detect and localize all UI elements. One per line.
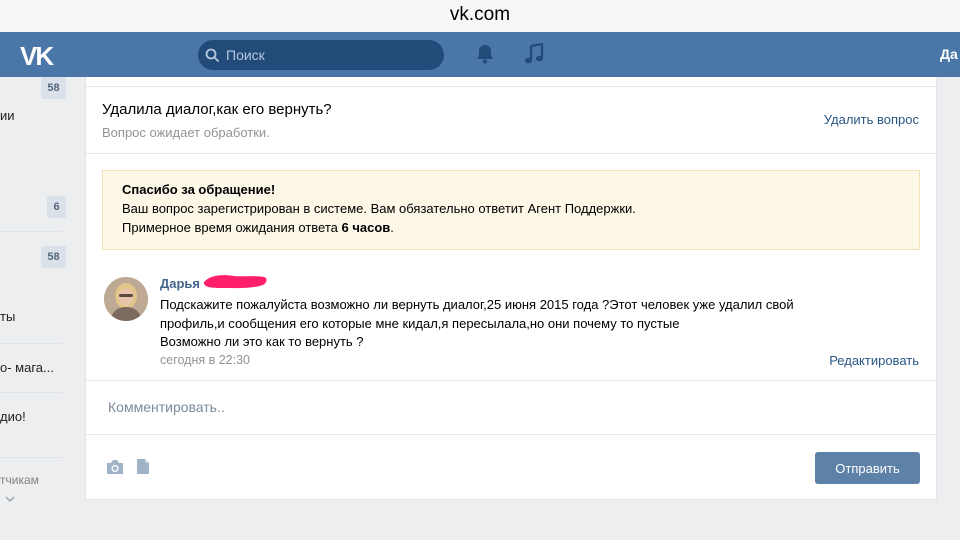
avatar[interactable] — [104, 277, 148, 321]
comment-input[interactable] — [96, 387, 926, 427]
question-title: Удалила диалог,как его вернуть? — [102, 101, 332, 118]
card-top-edge — [86, 77, 938, 87]
support-question-card: Удалила диалог,как его вернуть? Вопрос о… — [85, 77, 938, 500]
sidebar-badge: 58 — [41, 77, 66, 99]
search-icon — [205, 48, 219, 62]
thank-you-notice: Спасибо за обращение! Ваш вопрос зарегис… — [102, 170, 920, 250]
question-status: Вопрос ожидает обработки. — [102, 125, 270, 140]
camera-icon[interactable] — [106, 459, 124, 475]
url-text: vk.com — [449, 4, 511, 25]
message-author[interactable]: Дарья — [160, 276, 200, 291]
sidebar-item-label[interactable]: ии — [0, 108, 15, 123]
divider — [86, 153, 938, 154]
music-icon[interactable] — [524, 43, 544, 65]
vk-logo[interactable]: VK — [20, 41, 54, 72]
notice-text: Ваш вопрос зарегистрирован в системе. Ва… — [122, 201, 636, 216]
sidebar-item-label[interactable]: дио! — [0, 409, 26, 424]
sidebar-item-label[interactable]: ты — [0, 309, 15, 324]
send-button[interactable]: Отправить — [815, 452, 920, 484]
sidebar-footer-link[interactable]: тчикам — [0, 473, 39, 487]
message-timestamp: сегодня в 22:30 — [160, 353, 250, 367]
sidebar-item-label[interactable]: о- мага... — [0, 360, 54, 375]
search-box[interactable] — [198, 40, 444, 70]
message-text: Подскажите пожалуйста возможно ли вернут… — [160, 296, 900, 352]
notice-wait-suffix: . — [390, 220, 394, 235]
message-line: Подскажите пожалуйста возможно ли вернут… — [160, 297, 794, 312]
doc-icon[interactable] — [136, 458, 150, 475]
search-input[interactable] — [226, 40, 436, 70]
edit-message-link[interactable]: Редактировать — [829, 353, 919, 368]
left-sidebar: 58 ии 6 58 ты о- мага... дио! тчикам — [0, 77, 66, 540]
message-line: Возможно ли это как то вернуть ? — [160, 334, 364, 349]
sidebar-badge: 58 — [41, 246, 66, 268]
sidebar-divider — [0, 392, 62, 393]
notice-wait-hours: 6 часов — [341, 220, 391, 235]
sidebar-divider — [0, 231, 62, 232]
divider — [86, 380, 938, 381]
top-navigation-bar: VK Да — [0, 32, 960, 77]
divider — [86, 434, 938, 435]
notice-wait-time: Примерное время ожидания ответа 6 часов. — [122, 218, 900, 237]
redacted-surname-mark — [203, 275, 267, 289]
chevron-down-icon[interactable] — [5, 496, 15, 503]
bell-icon[interactable] — [474, 43, 496, 65]
sidebar-badge: 6 — [47, 196, 66, 218]
user-name[interactable]: Да — [940, 46, 958, 62]
browser-address-bar[interactable]: vk.com — [0, 0, 960, 32]
notice-title: Спасибо за обращение! — [122, 182, 276, 197]
avatar-image — [104, 277, 148, 321]
sidebar-divider — [0, 457, 62, 458]
sidebar-divider — [0, 343, 62, 344]
message-line: профиль,и сообщения его которые мне кида… — [160, 315, 680, 331]
delete-question-link[interactable]: Удалить вопрос — [824, 112, 919, 127]
notice-wait-prefix: Примерное время ожидания ответа — [122, 220, 342, 235]
